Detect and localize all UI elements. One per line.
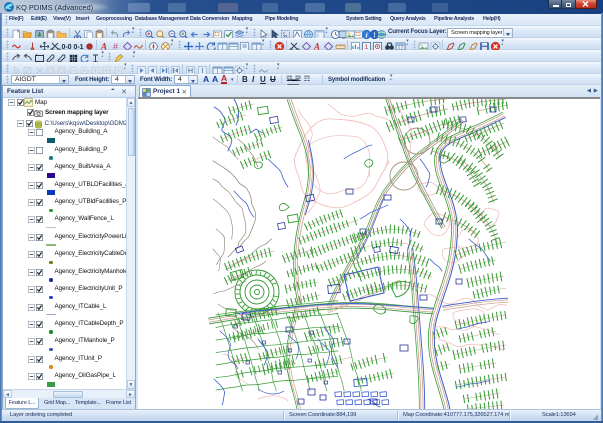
svg-text:!: !: [373, 30, 376, 39]
